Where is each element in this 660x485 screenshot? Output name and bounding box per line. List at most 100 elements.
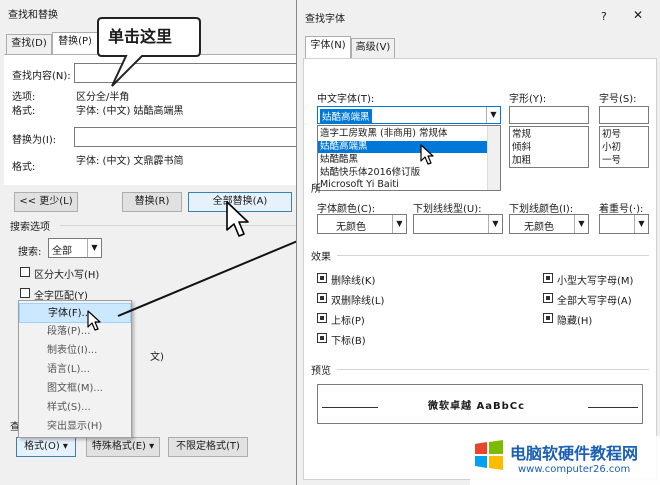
- whole-word-checkbox[interactable]: [20, 288, 30, 298]
- chinese-font-list[interactable]: 造字工房致黑 (非商用) 常规体 姑酷高端黑 姑酷酷黑 姑酷快乐体2016修订版…: [317, 125, 501, 191]
- font-list-item[interactable]: 造字工房致黑 (非商用) 常规体: [318, 128, 500, 140]
- strikethrough-checkbox[interactable]: [317, 273, 327, 283]
- tab-font[interactable]: 字体(N): [305, 36, 351, 58]
- search-label: 搜索:: [18, 247, 42, 258]
- chevron-down-icon[interactable]: ▼: [87, 239, 101, 257]
- small-caps-checkbox[interactable]: [543, 273, 553, 283]
- less-button[interactable]: << 更少(L): [14, 192, 78, 212]
- chevron-down-icon[interactable]: ▼: [488, 215, 502, 233]
- cursor-arrow-icon: [87, 310, 101, 331]
- effects-title: 效果: [311, 252, 331, 263]
- preview-baseline-right: [588, 407, 638, 408]
- find-format-label: 格式:: [12, 106, 36, 117]
- special-format-button[interactable]: 特殊格式(E) ▾: [86, 437, 160, 457]
- preview-baseline-left: [322, 407, 378, 408]
- emphasis-select[interactable]: ▼: [599, 214, 649, 234]
- superscript-checkbox[interactable]: [317, 313, 327, 323]
- match-case-label: 区分大小写(H): [34, 270, 100, 281]
- style-list[interactable]: 常规 倾斜 加粗: [509, 126, 589, 168]
- callout-text: 单击这里: [108, 27, 173, 46]
- size-list-item[interactable]: 小初: [600, 142, 648, 154]
- dialog-title: 查找和替换: [8, 10, 58, 21]
- cursor-arrow-icon: [420, 144, 434, 165]
- close-icon[interactable]: ✕: [633, 8, 643, 22]
- font-color-value: 无颜色: [336, 222, 366, 233]
- font-list-item[interactable]: 姑酷酷黑: [318, 154, 500, 166]
- style-list-item[interactable]: 常规: [510, 129, 588, 141]
- watermark-url: www.computer26.com: [518, 464, 631, 475]
- search-options-divider: [60, 225, 296, 226]
- preview-text: 微软卓越 AaBbCc: [428, 401, 526, 412]
- chevron-down-icon[interactable]: ▼: [486, 107, 500, 123]
- menu-item-paragraph[interactable]: 段落(P)...: [19, 322, 131, 342]
- underline-color-value: 无颜色: [524, 222, 554, 233]
- style-input[interactable]: [509, 106, 589, 124]
- underline-color-select[interactable]: 无颜色 ▼: [509, 214, 589, 234]
- tab-advanced[interactable]: 高级(V): [351, 38, 395, 58]
- menu-item-highlight[interactable]: 突出显示(H): [19, 417, 131, 437]
- underline-style-select[interactable]: ▼: [413, 214, 503, 234]
- watermark: 电脑软硬件教程网 www.computer26.com: [470, 436, 660, 485]
- hidden-label: 隐藏(H): [557, 316, 593, 327]
- underline-style-label: 下划线线型(U):: [413, 204, 482, 215]
- font-dialog-title: 查找字体: [305, 14, 345, 25]
- size-list-item[interactable]: 一号: [600, 155, 648, 167]
- all-caps-checkbox[interactable]: [543, 293, 553, 303]
- size-label: 字号(S):: [599, 94, 637, 105]
- strikethrough-label: 删除线(K): [331, 276, 376, 287]
- preview-divider: [337, 369, 649, 370]
- search-scope-value: 全部: [52, 246, 72, 257]
- preview-box: 微软卓越 AaBbCc: [317, 384, 643, 424]
- match-case-checkbox[interactable]: [20, 267, 30, 277]
- menu-item-style[interactable]: 样式(S)...: [19, 398, 131, 418]
- chevron-down-icon[interactable]: ▼: [574, 215, 588, 233]
- chevron-down-icon[interactable]: ▼: [392, 215, 406, 233]
- help-icon[interactable]: ?: [601, 10, 607, 23]
- search-scope-select[interactable]: 全部 ▼: [48, 238, 102, 258]
- find-label: 查找内容(N):: [12, 71, 71, 82]
- partial-text: 文): [150, 352, 164, 363]
- format-button[interactable]: 格式(O) ▾: [16, 437, 76, 457]
- font-list-scrollbar[interactable]: [487, 126, 500, 190]
- size-list-item[interactable]: 初号: [600, 129, 648, 141]
- find-format-value: 字体: (中文) 姑酷高端黑: [76, 106, 184, 117]
- replace-input[interactable]: [74, 127, 300, 147]
- style-list-item[interactable]: 加粗: [510, 155, 588, 167]
- subscript-label: 下标(B): [331, 336, 366, 347]
- menu-item-tabs[interactable]: 制表位(I)...: [19, 341, 131, 361]
- no-format-button[interactable]: 不限定格式(T): [168, 437, 248, 457]
- font-list-item[interactable]: 姑酷高端黑: [318, 141, 500, 153]
- small-caps-label: 小型大写字母(M): [557, 276, 634, 287]
- double-strikethrough-checkbox[interactable]: [317, 293, 327, 303]
- find-font-dialog: 查找字体 ? ✕ 字体(N) 高级(V) 中文字体(T): 姑酷高端黑 ▼ 造字…: [296, 0, 660, 485]
- tab-replace[interactable]: 替换(P): [52, 32, 98, 54]
- subscript-checkbox[interactable]: [317, 333, 327, 343]
- chinese-font-select[interactable]: 姑酷高端黑 ▼: [317, 106, 501, 124]
- hidden-checkbox[interactable]: [543, 313, 553, 323]
- style-label: 字形(Y):: [509, 94, 547, 105]
- menu-item-font[interactable]: 字体(F)...: [19, 303, 131, 323]
- format-menu: 字体(F)... 段落(P)... 制表位(I)... 语言(L)... 图文框…: [18, 300, 132, 438]
- chinese-font-value: 姑酷高端黑: [320, 109, 372, 123]
- effects-divider: [337, 255, 649, 256]
- cursor-arrow-icon: [226, 201, 249, 237]
- replace-button[interactable]: 替换(R): [122, 192, 182, 212]
- all-caps-label: 全部大写字母(A): [557, 296, 632, 307]
- size-input[interactable]: [599, 106, 649, 124]
- replace-format-value: 字体: (中文) 文鼎霹书简: [76, 156, 184, 167]
- font-list-item[interactable]: 姑酷快乐体2016修订版: [318, 167, 500, 179]
- font-list-item[interactable]: Microsoft Yi Baiti: [318, 179, 500, 190]
- chinese-font-label: 中文字体(T):: [317, 94, 375, 105]
- watermark-title: 电脑软硬件教程网: [510, 444, 639, 463]
- style-list-item[interactable]: 倾斜: [510, 142, 588, 154]
- preview-title: 预览: [311, 366, 331, 377]
- underline-color-label: 下划线颜色(I):: [509, 204, 574, 215]
- search-options-title: 搜索选项: [10, 222, 50, 233]
- chevron-down-icon[interactable]: ▼: [634, 215, 648, 233]
- tab-find[interactable]: 查找(D): [6, 34, 52, 54]
- size-list[interactable]: 初号 小初 一号: [599, 126, 649, 168]
- superscript-label: 上标(P): [331, 316, 365, 327]
- menu-item-language[interactable]: 语言(L)...: [19, 360, 131, 380]
- font-color-select[interactable]: 无颜色 ▼: [317, 214, 407, 234]
- menu-item-frame[interactable]: 图文框(M)...: [19, 379, 131, 399]
